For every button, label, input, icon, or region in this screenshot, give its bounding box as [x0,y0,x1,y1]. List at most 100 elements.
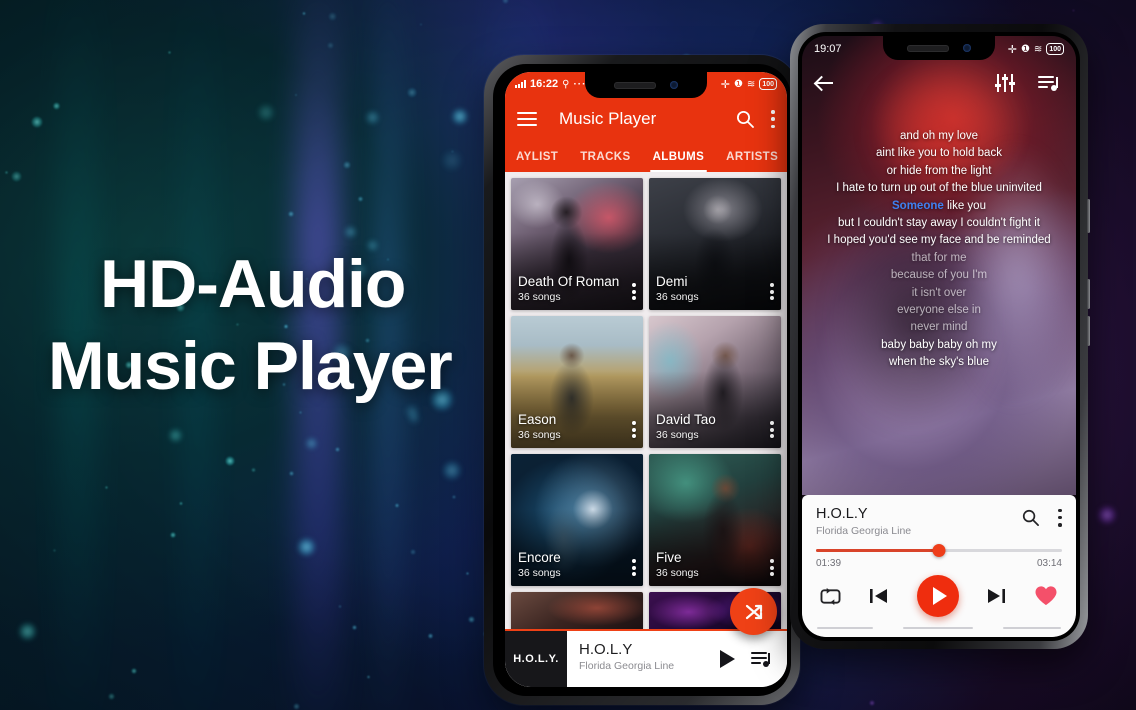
album-song-count: 36 songs [656,291,699,303]
album-card[interactable]: David Tao 36 songs [649,316,781,448]
lyrics-line: that for me [911,251,967,264]
time-labels: 01:39 03:14 [802,557,1076,569]
headline-line-2: Music Player [48,328,453,404]
album-card[interactable] [511,592,643,632]
battery-indicator: 100 [1046,43,1064,55]
phone-mockup-now-playing: 19:07 ✛ ❶ ≋ 100 and oh my love aint like… [790,24,1090,649]
lyrics-line: baby baby baby oh my [881,338,997,351]
now-playing-top-bar: 19:07 ✛ ❶ ≋ 100 [802,36,1076,110]
album-name: Demi [656,274,688,289]
album-meta: Demi 36 songs [656,274,699,304]
tab-albums[interactable]: ALBUMS [642,142,716,172]
earpiece-speaker [614,81,656,89]
lyrics-line: when the sky's blue [888,356,989,369]
now-playing-header: H.O.L.Y Florida Georgia Line [802,495,1076,539]
seek-bar-thumb[interactable] [932,544,946,557]
search-icon[interactable] [1021,508,1040,527]
album-overflow-icon[interactable] [770,283,774,300]
album-song-count: 36 songs [656,567,699,579]
lyrics-line: I hoped you'd see my face and be reminde… [827,234,1051,247]
hamburger-menu-icon[interactable] [517,112,537,126]
vibrate-icon: ❶ [1020,43,1030,55]
album-overflow-icon[interactable] [770,559,774,576]
lyrics-line: I hate to turn up out of the blue uninvi… [836,182,1042,195]
seek-bar-fill [816,549,939,552]
playlist-queue-icon[interactable] [751,649,773,669]
front-camera [963,44,971,52]
lyrics-line: never mind [910,321,968,334]
now-playing-artist: Florida Georgia Line [816,525,912,537]
playlist-queue-icon[interactable] [1038,73,1062,93]
album-card[interactable]: Five 36 songs [649,454,781,586]
album-name: Death Of Roman [518,274,620,289]
album-meta: Five 36 songs [656,550,699,580]
volume-up-button[interactable] [1087,279,1090,309]
mini-player-artwork-text: H.O.L.Y. [513,653,559,665]
duration-time: 03:14 [1036,558,1062,569]
equalizer-icon[interactable] [994,73,1016,93]
battery-indicator: 100 [759,78,777,90]
lyrics-line: because of you I'm [890,269,988,282]
volume-down-button[interactable] [1087,316,1090,346]
wifi-icon: ≋ [1033,43,1043,55]
album-card[interactable]: Death Of Roman 36 songs [511,178,643,310]
previous-track-icon[interactable] [868,586,890,606]
album-overflow-icon[interactable] [632,421,636,438]
phone-screen: 19:07 ✛ ❶ ≋ 100 and oh my love aint like… [802,36,1076,637]
status-time: 19:07 [814,43,842,55]
repeat-icon[interactable] [820,587,841,606]
elapsed-time: 01:39 [816,558,842,569]
album-card[interactable]: Demi 36 songs [649,178,781,310]
bluetooth-icon: ✛ [1007,43,1017,56]
location-icon: ⚲ [562,78,570,90]
now-playing-panel: H.O.L.Y Florida Georgia Line 01:39 03:14 [802,495,1076,637]
album-grid: Death Of Roman 36 songs Demi 36 songs Ea… [505,172,787,638]
mini-player-artwork: H.O.L.Y. [505,631,567,687]
page-title: HD-Audio Music Player [48,243,488,407]
album-name: David Tao [656,412,716,427]
phone-mockup-albums: 16:22 ⚲ ··· ✛ ❶ ≋ 100 Music Player AYLIS… [484,55,800,705]
overflow-menu-icon[interactable] [1058,508,1062,527]
album-song-count: 36 songs [518,291,561,303]
lyrics-line: everyone else in [897,304,981,317]
album-artwork [511,592,643,632]
album-song-count: 36 songs [656,429,699,441]
power-button[interactable] [1087,199,1090,233]
phone-bezel: 16:22 ⚲ ··· ✛ ❶ ≋ 100 Music Player AYLIS… [493,64,791,696]
tab-bar: AYLIST TRACKS ALBUMS ARTISTS GENRE [505,142,787,172]
vibrate-icon: ❶ [733,78,743,90]
earpiece-speaker [907,44,949,52]
shuffle-fab-button[interactable] [730,588,777,635]
lyrics-panel: and oh my love aint like you to hold bac… [802,128,1076,372]
status-time: 16:22 [530,78,559,90]
seek-bar[interactable] [816,543,1062,557]
lyrics-line-active: Someone like you [892,199,986,212]
lyrics-highlight-word: Someone [892,199,944,212]
mini-player[interactable]: H.O.L.Y. H.O.L.Y Florida Georgia Line [505,629,787,687]
play-icon [932,587,947,605]
search-icon[interactable] [735,109,755,129]
signal-bars-icon [515,80,526,88]
album-name: Encore [518,550,561,565]
lyrics-line: or hide from the light [886,164,992,177]
play-button[interactable] [916,575,959,617]
tab-artists[interactable]: ARTISTS [715,142,787,172]
tab-tracks[interactable]: TRACKS [569,142,641,172]
album-song-count: 36 songs [518,567,561,579]
album-overflow-icon[interactable] [632,283,636,300]
app-title: Music Player [559,109,657,128]
overflow-menu-icon[interactable] [771,110,775,128]
album-card[interactable]: Eason 36 songs [511,316,643,448]
app-bar: Music Player [505,96,787,142]
system-nav-bar [802,623,1076,633]
album-card[interactable]: Encore 36 songs [511,454,643,586]
heart-icon[interactable] [1034,585,1058,607]
wifi-icon: ≋ [746,78,756,90]
tab-playlist[interactable]: AYLIST [505,142,569,172]
album-overflow-icon[interactable] [632,559,636,576]
playback-controls [802,569,1076,617]
play-icon[interactable] [720,650,735,668]
back-arrow-icon[interactable] [816,74,834,92]
next-track-icon[interactable] [985,586,1007,606]
album-overflow-icon[interactable] [770,421,774,438]
